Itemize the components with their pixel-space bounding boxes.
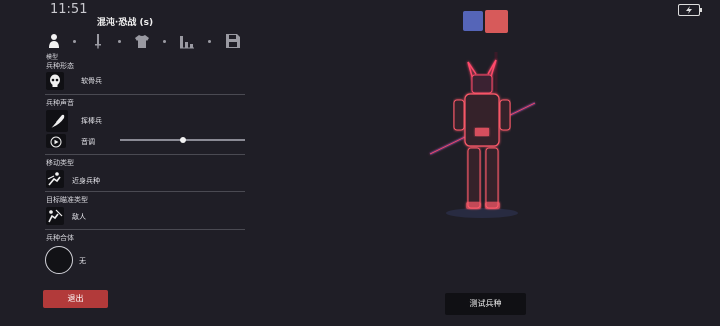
tab-separator-dot <box>118 40 121 43</box>
tab-clothing-shirt-icon[interactable] <box>134 33 150 49</box>
divider <box>45 94 245 95</box>
unit-preview-figure <box>429 52 536 218</box>
exit-button[interactable]: 退出 <box>43 290 108 308</box>
test-unit-button[interactable]: 测试兵种 <box>445 293 526 315</box>
fusion-slot[interactable] <box>45 246 73 274</box>
movement-value[interactable]: 近身兵种 <box>72 176 100 186</box>
battery-charging-icon <box>678 4 702 16</box>
skull-mask-icon[interactable] <box>46 72 64 90</box>
unit-title: 混沌·恐战 (s) <box>96 18 154 28</box>
feather-icon[interactable] <box>46 110 68 132</box>
team-red-button[interactable] <box>485 10 508 33</box>
unit-form-value[interactable]: 软骨兵 <box>81 76 102 86</box>
fusion-value: 无 <box>79 257 86 265</box>
divider <box>45 154 245 155</box>
tab-model-label: 模型 <box>46 54 59 61</box>
pitch-label: 音调 <box>81 138 95 146</box>
section-targeting-label: 目标瞄准类型 <box>46 196 88 204</box>
divider <box>45 229 245 230</box>
divider <box>45 191 245 192</box>
tab-weapon-sword-icon[interactable] <box>90 33 106 49</box>
targeting-value[interactable]: 敌人 <box>72 212 86 222</box>
tab-save-icon[interactable] <box>225 33 241 49</box>
section-unit-form-label: 兵种形态 <box>46 62 74 70</box>
team-blue-button[interactable] <box>463 11 483 31</box>
section-fusion-label: 兵种合体 <box>46 234 74 242</box>
pitch-slider-knob[interactable] <box>179 137 186 143</box>
tab-separator-dot <box>208 40 211 43</box>
section-unit-sound-label: 兵种声音 <box>46 99 74 107</box>
tab-stats-icon[interactable] <box>179 33 195 49</box>
target-enemy-icon[interactable] <box>46 207 64 225</box>
tab-separator-dot <box>163 40 166 43</box>
unit-sound-value[interactable]: 挥棒兵 <box>81 116 102 126</box>
section-movement-label: 移动类型 <box>46 159 74 167</box>
play-icon[interactable] <box>46 134 66 148</box>
tab-separator-dot <box>73 40 76 43</box>
tab-model-person-icon[interactable] <box>46 33 62 49</box>
melee-icon[interactable] <box>46 170 64 188</box>
